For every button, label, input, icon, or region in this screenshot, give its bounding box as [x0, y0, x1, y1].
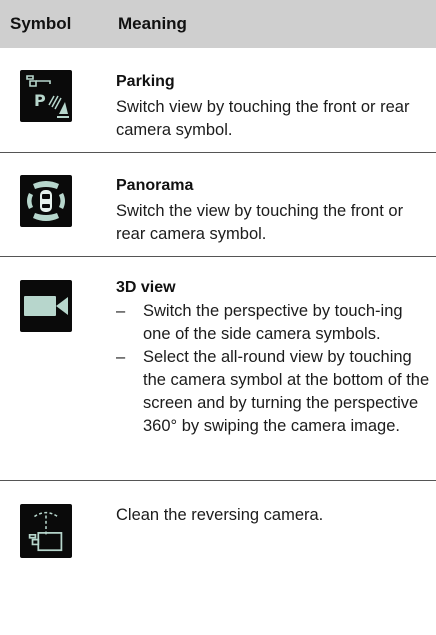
header-meaning: Meaning	[118, 14, 187, 33]
row-title: Panorama	[116, 177, 194, 194]
row-title: 3D view	[116, 279, 176, 296]
bullet-dash: –	[116, 348, 126, 366]
header-symbol: Symbol	[10, 14, 72, 33]
panorama-car-icon	[20, 175, 72, 227]
parking-camera-icon: P	[20, 70, 72, 122]
bullet-text: Switch the perspective by touch-ing one …	[143, 302, 403, 343]
video-camera-icon	[20, 280, 72, 332]
table-row-3d-view: 3D view – Switch the perspective by touc…	[0, 257, 436, 481]
bullet-dash: –	[116, 302, 126, 320]
row-text: Clean the reversing camera.	[116, 506, 324, 524]
table-row-parking: P Parking Switch view by touching the fr…	[0, 48, 436, 153]
bullet-text: Select the all-round view by touching th…	[143, 348, 430, 435]
table-row-panorama: Panorama Switch the view by touching the…	[0, 153, 436, 257]
bullet-list: – Switch the perspective by touch-ing on…	[116, 300, 430, 438]
symbol-table: Symbol Meaning P Parking Switch view by …	[0, 0, 436, 631]
table-row-clean-camera: Clean the reversing camera.	[0, 481, 436, 631]
row-title: Parking	[116, 73, 175, 90]
list-item: – Select the all-round view by touching …	[116, 346, 430, 438]
camera-cleaning-icon	[20, 504, 72, 558]
list-item: – Switch the perspective by touch-ing on…	[116, 300, 430, 346]
row-text: Switch the view by touching the front or…	[116, 202, 404, 243]
table-header: Symbol Meaning	[0, 0, 436, 48]
svg-text:P: P	[34, 91, 46, 110]
row-text: Switch view by touching the front or rea…	[116, 98, 410, 139]
